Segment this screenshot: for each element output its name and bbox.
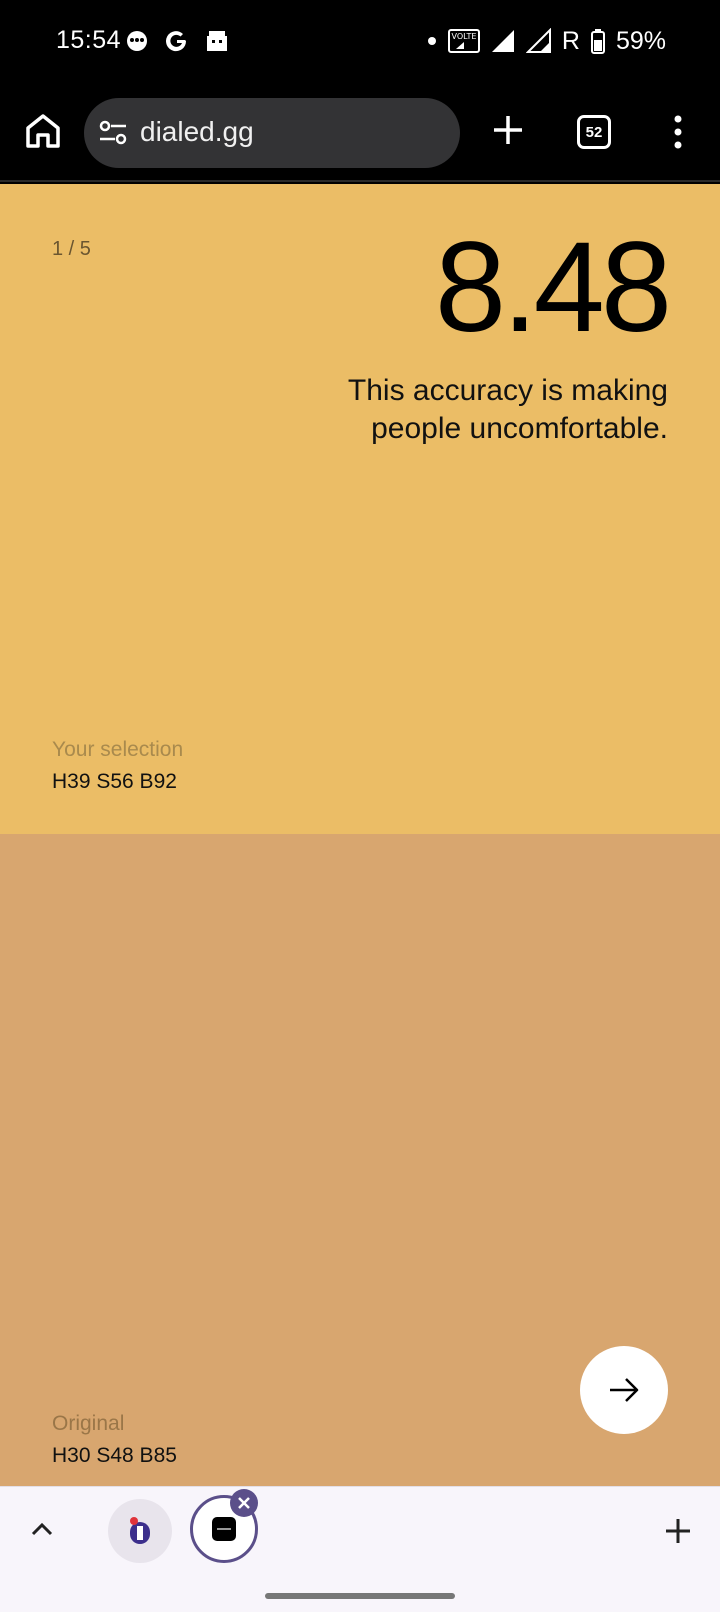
- next-button[interactable]: [580, 1346, 668, 1434]
- tab-switcher-button[interactable]: 52: [577, 115, 611, 149]
- arrow-right-icon: [610, 1378, 639, 1402]
- plus-icon[interactable]: [488, 110, 528, 150]
- score: 8.48: [434, 216, 672, 359]
- site-favicon-icon: [212, 1517, 236, 1541]
- close-icon: [238, 1497, 250, 1509]
- roaming-indicator: R: [561, 26, 580, 55]
- battery-icon: [590, 29, 605, 54]
- close-tab-button[interactable]: [230, 1489, 258, 1517]
- plus-icon[interactable]: [664, 1517, 692, 1545]
- system-icons: VOLTE R 59%: [426, 26, 666, 56]
- status-time: 15:54: [56, 26, 122, 54]
- notification-icons: [124, 26, 266, 56]
- signal-icon: [491, 30, 514, 52]
- battery-percent: 59%: [615, 26, 666, 55]
- tab-strip: [0, 1486, 720, 1612]
- selection-color-panel: 1 / 5 8.48 This accuracy is making peopl…: [0, 184, 720, 834]
- status-bar: 15:54 VOLTE R 59%: [0, 0, 720, 84]
- signal-roaming-icon: [525, 28, 551, 53]
- score-comment: This accuracy is making people uncomfort…: [347, 374, 668, 445]
- game-controller-icon: [127, 31, 147, 51]
- original-color-panel: Original H30 S48 B85: [0, 834, 720, 1486]
- tune-icon[interactable]: [98, 118, 128, 148]
- home-icon[interactable]: [22, 110, 64, 152]
- site-favicon-icon: [130, 1517, 150, 1544]
- url-text[interactable]: dialed.gg: [140, 116, 254, 148]
- gesture-bar[interactable]: [265, 1593, 455, 1599]
- shop-icon: [207, 31, 227, 51]
- round-counter: 1 / 5: [52, 238, 91, 260]
- selection-value: H39 S56 B92: [52, 770, 177, 793]
- browser-toolbar: dialed.gg 52: [0, 84, 720, 182]
- volte-icon: VOLTE: [447, 29, 480, 53]
- chevron-up-icon[interactable]: [28, 1515, 56, 1543]
- original-label: Original: [52, 1412, 125, 1435]
- tab-thumbnail[interactable]: [108, 1499, 172, 1563]
- google-icon: [166, 31, 187, 52]
- volte-label: VOLTE: [451, 32, 476, 41]
- more-vert-icon[interactable]: [664, 112, 692, 152]
- selection-label: Your selection: [52, 738, 184, 761]
- original-value: H30 S48 B85: [52, 1444, 177, 1467]
- dot-icon: [427, 37, 436, 45]
- do-not-disturb-moon-icon: [250, 33, 258, 49]
- url-bar[interactable]: dialed.gg: [84, 98, 460, 168]
